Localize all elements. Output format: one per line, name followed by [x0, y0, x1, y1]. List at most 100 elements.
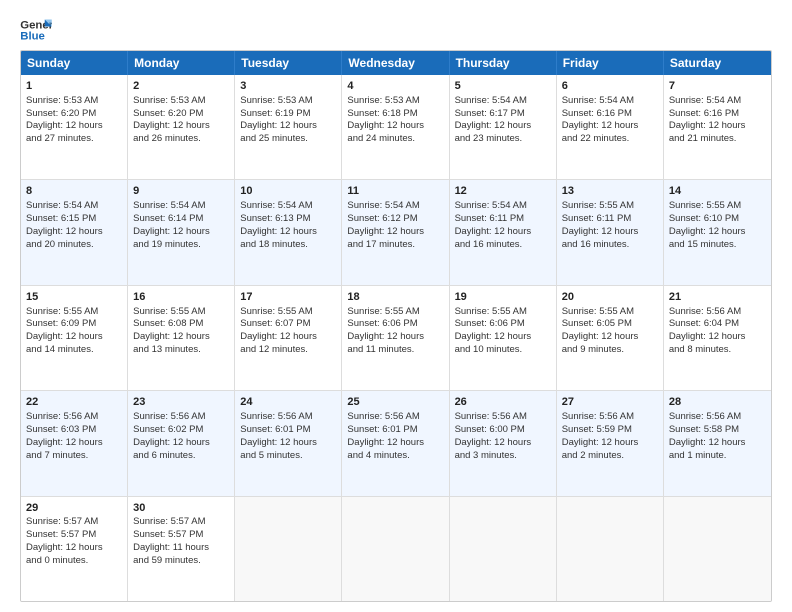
day-info: Sunrise: 5:55 AM: [347, 306, 443, 319]
day-info: Daylight: 12 hours: [133, 120, 229, 133]
day-number: 29: [26, 501, 122, 516]
day-info: Sunrise: 5:54 AM: [240, 200, 336, 213]
day-number: 30: [133, 501, 229, 516]
day-info: Sunrise: 5:54 AM: [347, 200, 443, 213]
calendar-week-1: 1Sunrise: 5:53 AMSunset: 6:20 PMDaylight…: [21, 75, 771, 179]
calendar-empty: [450, 497, 557, 601]
header-day-monday: Monday: [128, 51, 235, 75]
day-info: Sunrise: 5:53 AM: [240, 95, 336, 108]
header: General Blue: [20, 16, 772, 44]
day-info: Daylight: 12 hours: [133, 437, 229, 450]
day-info: Sunset: 6:20 PM: [26, 108, 122, 121]
day-info: Daylight: 12 hours: [562, 120, 658, 133]
day-number: 1: [26, 79, 122, 94]
day-info: Daylight: 12 hours: [26, 226, 122, 239]
day-info: Daylight: 12 hours: [669, 437, 766, 450]
calendar-day-12: 12Sunrise: 5:54 AMSunset: 6:11 PMDayligh…: [450, 180, 557, 284]
calendar-day-21: 21Sunrise: 5:56 AMSunset: 6:04 PMDayligh…: [664, 286, 771, 390]
day-info: and 4 minutes.: [347, 450, 443, 463]
day-info: Sunrise: 5:56 AM: [347, 411, 443, 424]
day-info: Sunset: 6:20 PM: [133, 108, 229, 121]
calendar-day-6: 6Sunrise: 5:54 AMSunset: 6:16 PMDaylight…: [557, 75, 664, 179]
day-number: 27: [562, 395, 658, 410]
day-info: Sunrise: 5:56 AM: [455, 411, 551, 424]
calendar-week-5: 29Sunrise: 5:57 AMSunset: 5:57 PMDayligh…: [21, 496, 771, 601]
day-info: Sunset: 6:00 PM: [455, 424, 551, 437]
day-number: 4: [347, 79, 443, 94]
day-number: 17: [240, 290, 336, 305]
day-info: Sunset: 6:19 PM: [240, 108, 336, 121]
day-info: Sunset: 6:11 PM: [455, 213, 551, 226]
day-number: 10: [240, 184, 336, 199]
day-info: Sunset: 6:16 PM: [562, 108, 658, 121]
day-info: and 21 minutes.: [669, 133, 766, 146]
day-info: Sunrise: 5:57 AM: [26, 516, 122, 529]
calendar-empty: [664, 497, 771, 601]
day-info: Sunset: 6:03 PM: [26, 424, 122, 437]
day-info: Sunrise: 5:57 AM: [133, 516, 229, 529]
day-info: and 10 minutes.: [455, 344, 551, 357]
calendar-day-9: 9Sunrise: 5:54 AMSunset: 6:14 PMDaylight…: [128, 180, 235, 284]
day-number: 6: [562, 79, 658, 94]
calendar-day-25: 25Sunrise: 5:56 AMSunset: 6:01 PMDayligh…: [342, 391, 449, 495]
day-number: 8: [26, 184, 122, 199]
day-info: Daylight: 12 hours: [240, 120, 336, 133]
day-info: and 26 minutes.: [133, 133, 229, 146]
day-info: and 20 minutes.: [26, 239, 122, 252]
day-info: Sunrise: 5:55 AM: [240, 306, 336, 319]
day-number: 3: [240, 79, 336, 94]
day-number: 16: [133, 290, 229, 305]
day-info: Daylight: 12 hours: [562, 226, 658, 239]
day-info: Daylight: 11 hours: [133, 542, 229, 555]
header-day-thursday: Thursday: [450, 51, 557, 75]
day-info: Sunset: 6:17 PM: [455, 108, 551, 121]
calendar-day-8: 8Sunrise: 5:54 AMSunset: 6:15 PMDaylight…: [21, 180, 128, 284]
day-info: Sunset: 6:06 PM: [347, 318, 443, 331]
day-info: Daylight: 12 hours: [455, 437, 551, 450]
day-info: and 11 minutes.: [347, 344, 443, 357]
day-number: 23: [133, 395, 229, 410]
day-info: and 3 minutes.: [455, 450, 551, 463]
day-info: Sunrise: 5:55 AM: [455, 306, 551, 319]
day-number: 21: [669, 290, 766, 305]
day-info: Sunrise: 5:56 AM: [133, 411, 229, 424]
day-number: 22: [26, 395, 122, 410]
day-info: Daylight: 12 hours: [455, 120, 551, 133]
day-info: Sunrise: 5:55 AM: [562, 200, 658, 213]
day-number: 12: [455, 184, 551, 199]
calendar-day-15: 15Sunrise: 5:55 AMSunset: 6:09 PMDayligh…: [21, 286, 128, 390]
day-number: 20: [562, 290, 658, 305]
page: General Blue SundayMondayTuesdayWednesda…: [0, 0, 792, 612]
calendar-day-30: 30Sunrise: 5:57 AMSunset: 5:57 PMDayligh…: [128, 497, 235, 601]
day-info: Daylight: 12 hours: [240, 226, 336, 239]
day-info: Daylight: 12 hours: [669, 331, 766, 344]
day-info: Sunrise: 5:54 AM: [455, 200, 551, 213]
calendar-day-24: 24Sunrise: 5:56 AMSunset: 6:01 PMDayligh…: [235, 391, 342, 495]
day-info: Sunrise: 5:56 AM: [562, 411, 658, 424]
day-info: and 27 minutes.: [26, 133, 122, 146]
day-info: Daylight: 12 hours: [26, 542, 122, 555]
day-number: 15: [26, 290, 122, 305]
calendar-empty: [342, 497, 449, 601]
calendar-day-2: 2Sunrise: 5:53 AMSunset: 6:20 PMDaylight…: [128, 75, 235, 179]
day-info: Sunset: 5:59 PM: [562, 424, 658, 437]
calendar-day-28: 28Sunrise: 5:56 AMSunset: 5:58 PMDayligh…: [664, 391, 771, 495]
day-info: Sunset: 6:10 PM: [669, 213, 766, 226]
day-info: Sunrise: 5:54 AM: [133, 200, 229, 213]
calendar-day-26: 26Sunrise: 5:56 AMSunset: 6:00 PMDayligh…: [450, 391, 557, 495]
day-info: Sunset: 6:07 PM: [240, 318, 336, 331]
day-info: Sunrise: 5:56 AM: [240, 411, 336, 424]
day-info: and 6 minutes.: [133, 450, 229, 463]
calendar-day-29: 29Sunrise: 5:57 AMSunset: 5:57 PMDayligh…: [21, 497, 128, 601]
day-info: and 24 minutes.: [347, 133, 443, 146]
day-info: Sunset: 6:05 PM: [562, 318, 658, 331]
day-info: Sunset: 6:16 PM: [669, 108, 766, 121]
day-info: Sunrise: 5:56 AM: [669, 411, 766, 424]
day-info: and 16 minutes.: [455, 239, 551, 252]
day-info: Sunrise: 5:54 AM: [562, 95, 658, 108]
day-info: Sunset: 6:14 PM: [133, 213, 229, 226]
calendar-day-18: 18Sunrise: 5:55 AMSunset: 6:06 PMDayligh…: [342, 286, 449, 390]
day-number: 28: [669, 395, 766, 410]
day-info: Sunset: 6:13 PM: [240, 213, 336, 226]
day-number: 18: [347, 290, 443, 305]
